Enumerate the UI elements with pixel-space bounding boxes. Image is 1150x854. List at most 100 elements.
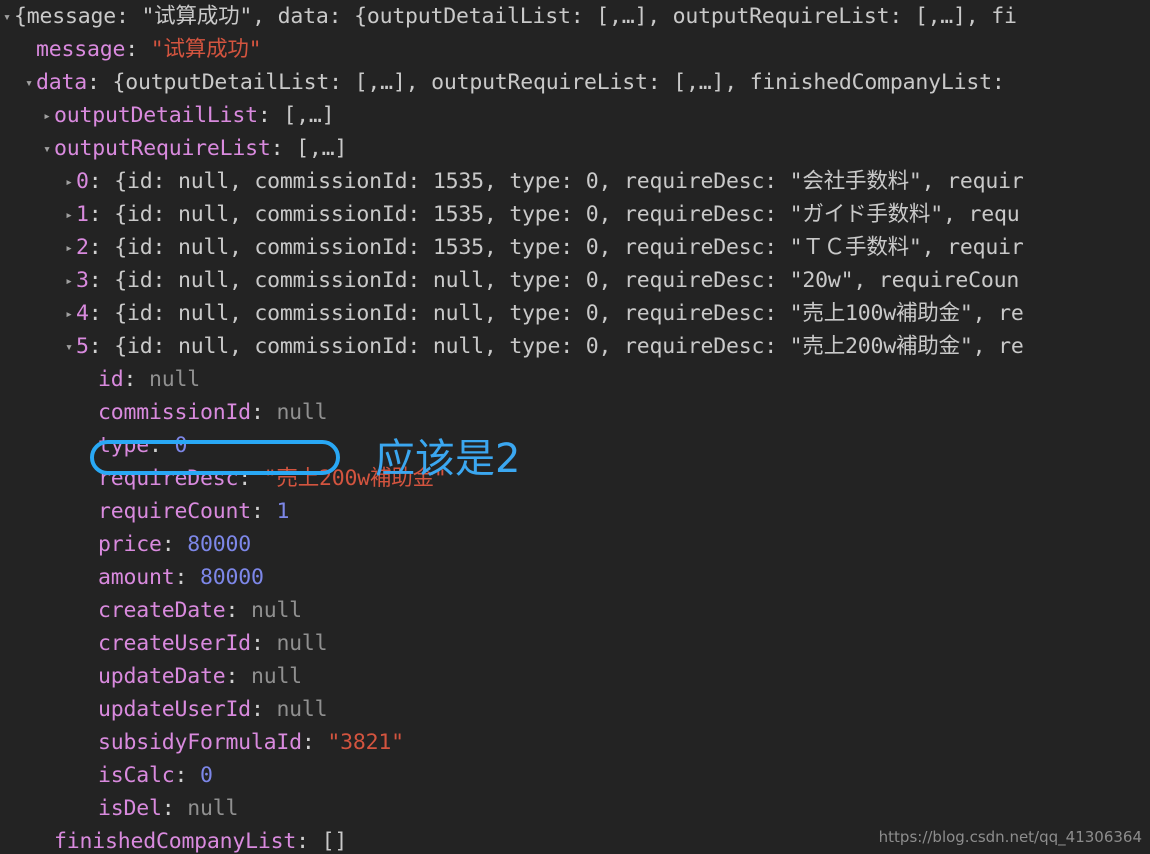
- property-key: outputDetailList: [54, 103, 258, 128]
- property-value: [,…]: [283, 103, 335, 128]
- property-value: null: [149, 367, 200, 392]
- json-tree: ▾ {message: "试算成功", data: {outputDetailLi…: [0, 0, 1150, 854]
- property-value: 80000: [187, 532, 251, 557]
- json-tree-row[interactable]: ▾ outputRequireList: [,…]: [0, 132, 1150, 165]
- property-value: "试算成功": [150, 37, 262, 62]
- key-value-separator: :: [174, 763, 200, 788]
- property-key: requireCount: [98, 499, 251, 524]
- key-value-separator: :: [225, 598, 251, 623]
- key-value-separator: :: [250, 499, 277, 524]
- expand-triangle-closed-icon[interactable]: ▸: [62, 232, 76, 265]
- key-value-separator: :: [296, 829, 322, 854]
- property-key: requireDesc: [98, 466, 239, 491]
- json-tree-row[interactable]: isCalc: 0: [0, 759, 1150, 792]
- property-value: null: [250, 664, 302, 689]
- json-tree-row[interactable]: subsidyFormulaId: "3821": [0, 726, 1150, 759]
- property-key: outputRequireList: [54, 136, 271, 161]
- key-value-separator: :: [88, 235, 115, 260]
- json-tree-row[interactable]: requireCount: 1: [0, 495, 1150, 528]
- expand-triangle-closed-icon[interactable]: ▸: [62, 199, 76, 232]
- property-key: amount: [98, 565, 175, 590]
- property-key: price: [98, 532, 162, 557]
- key-value-separator: :: [257, 103, 284, 128]
- key-value-separator: :: [250, 697, 277, 722]
- property-key: type: [98, 433, 149, 458]
- key-value-separator: :: [301, 730, 328, 755]
- key-value-separator: :: [250, 400, 277, 425]
- json-tree-row[interactable]: ▸ 4: {id: null, commissionId: null, type:…: [0, 297, 1150, 330]
- array-index-key: 4: [76, 301, 89, 326]
- property-value: {id: null, commissionId: 1535, type: 0, …: [114, 235, 1024, 260]
- expand-triangle-closed-icon[interactable]: ▸: [62, 298, 76, 331]
- property-value: [,…]: [296, 136, 348, 161]
- expand-triangle-open-icon[interactable]: ▾: [62, 331, 76, 364]
- property-key: data: [36, 70, 87, 95]
- key-value-separator: :: [88, 202, 115, 227]
- expand-triangle-open-icon[interactable]: ▾: [0, 1, 14, 34]
- watermark-text: https://blog.csdn.net/qq_41306364: [878, 828, 1142, 846]
- property-value: {id: null, commissionId: 1535, type: 0, …: [114, 202, 1020, 227]
- json-tree-row[interactable]: ▸ 3: {id: null, commissionId: null, type:…: [0, 264, 1150, 297]
- annotation-label: 应该是2: [375, 436, 521, 482]
- expand-triangle-closed-icon[interactable]: ▸: [62, 265, 76, 298]
- array-index-key: 2: [76, 235, 89, 260]
- property-key: isCalc: [98, 763, 175, 788]
- key-value-separator: :: [88, 334, 115, 359]
- expand-triangle-open-icon[interactable]: ▾: [40, 133, 54, 166]
- json-tree-row[interactable]: updateUserId: null: [0, 693, 1150, 726]
- array-index-key: 1: [76, 202, 89, 227]
- property-key: createUserId: [98, 631, 251, 656]
- key-value-separator: :: [123, 367, 149, 392]
- property-value: {id: null, commissionId: null, type: 0, …: [114, 334, 1024, 359]
- json-tree-row[interactable]: updateDate: null: [0, 660, 1150, 693]
- expand-triangle-closed-icon[interactable]: ▸: [40, 100, 54, 133]
- json-tree-row[interactable]: requireDesc: "売上200w補助金": [0, 462, 1150, 495]
- json-tree-row[interactable]: ▸ outputDetailList: [,…]: [0, 99, 1150, 132]
- property-value: null: [276, 697, 328, 722]
- property-key: updateUserId: [98, 697, 251, 722]
- json-tree-row[interactable]: createDate: null: [0, 594, 1150, 627]
- property-value: null: [276, 400, 328, 425]
- property-key: createDate: [98, 598, 226, 623]
- property-value: 0: [174, 433, 188, 458]
- json-tree-row[interactable]: commissionId: null: [0, 396, 1150, 429]
- key-value-separator: :: [125, 37, 151, 62]
- json-tree-row[interactable]: ▸ 0: {id: null, commissionId: 1535, type:…: [0, 165, 1150, 198]
- property-value: 80000: [199, 565, 264, 590]
- devtools-console-panel: ▾ {message: "试算成功", data: {outputDetailLi…: [0, 0, 1150, 854]
- json-tree-row[interactable]: type: 0: [0, 429, 1150, 462]
- property-key: updateDate: [98, 664, 226, 689]
- expand-triangle-open-icon[interactable]: ▾: [22, 67, 36, 100]
- property-key: subsidyFormulaId: [98, 730, 302, 755]
- key-value-separator: :: [148, 433, 175, 458]
- key-value-separator: :: [174, 565, 200, 590]
- property-value: null: [250, 598, 302, 623]
- json-tree-row[interactable]: ▸ 2: {id: null, commissionId: 1535, type:…: [0, 231, 1150, 264]
- json-tree-row[interactable]: amount: 80000: [0, 561, 1150, 594]
- key-value-separator: :: [88, 268, 115, 293]
- property-value: {id: null, commissionId: 1535, type: 0, …: [114, 169, 1024, 194]
- property-key: finishedCompanyList: [54, 829, 297, 854]
- key-value-separator: :: [225, 664, 251, 689]
- key-value-separator: :: [238, 466, 264, 491]
- json-tree-row[interactable]: createUserId: null: [0, 627, 1150, 660]
- property-value: 1: [276, 499, 290, 524]
- json-tree-row[interactable]: ▾ {message: "试算成功", data: {outputDetailLi…: [0, 0, 1150, 33]
- json-tree-row[interactable]: id: null: [0, 363, 1150, 396]
- property-value: null: [276, 631, 328, 656]
- json-tree-row[interactable]: ▸ 1: {id: null, commissionId: 1535, type:…: [0, 198, 1150, 231]
- property-value: 0: [199, 763, 213, 788]
- property-key: commissionId: [98, 400, 251, 425]
- property-value: {id: null, commissionId: null, type: 0, …: [114, 301, 1024, 326]
- json-tree-row[interactable]: message: "试算成功": [0, 33, 1150, 66]
- json-tree-row[interactable]: isDel: null: [0, 792, 1150, 825]
- property-value: []: [321, 829, 348, 854]
- json-tree-row[interactable]: price: 80000: [0, 528, 1150, 561]
- object-summary-text: {message: "试算成功", data: {outputDetailLis…: [14, 4, 1017, 29]
- array-index-key: 0: [76, 169, 89, 194]
- json-tree-row[interactable]: ▾ 5: {id: null, commissionId: null, type:…: [0, 330, 1150, 363]
- array-index-key: 3: [76, 268, 89, 293]
- key-value-separator: :: [270, 136, 297, 161]
- json-tree-row[interactable]: ▾ data: {outputDetailList: [,…], outputRe…: [0, 66, 1150, 99]
- expand-triangle-closed-icon[interactable]: ▸: [62, 166, 76, 199]
